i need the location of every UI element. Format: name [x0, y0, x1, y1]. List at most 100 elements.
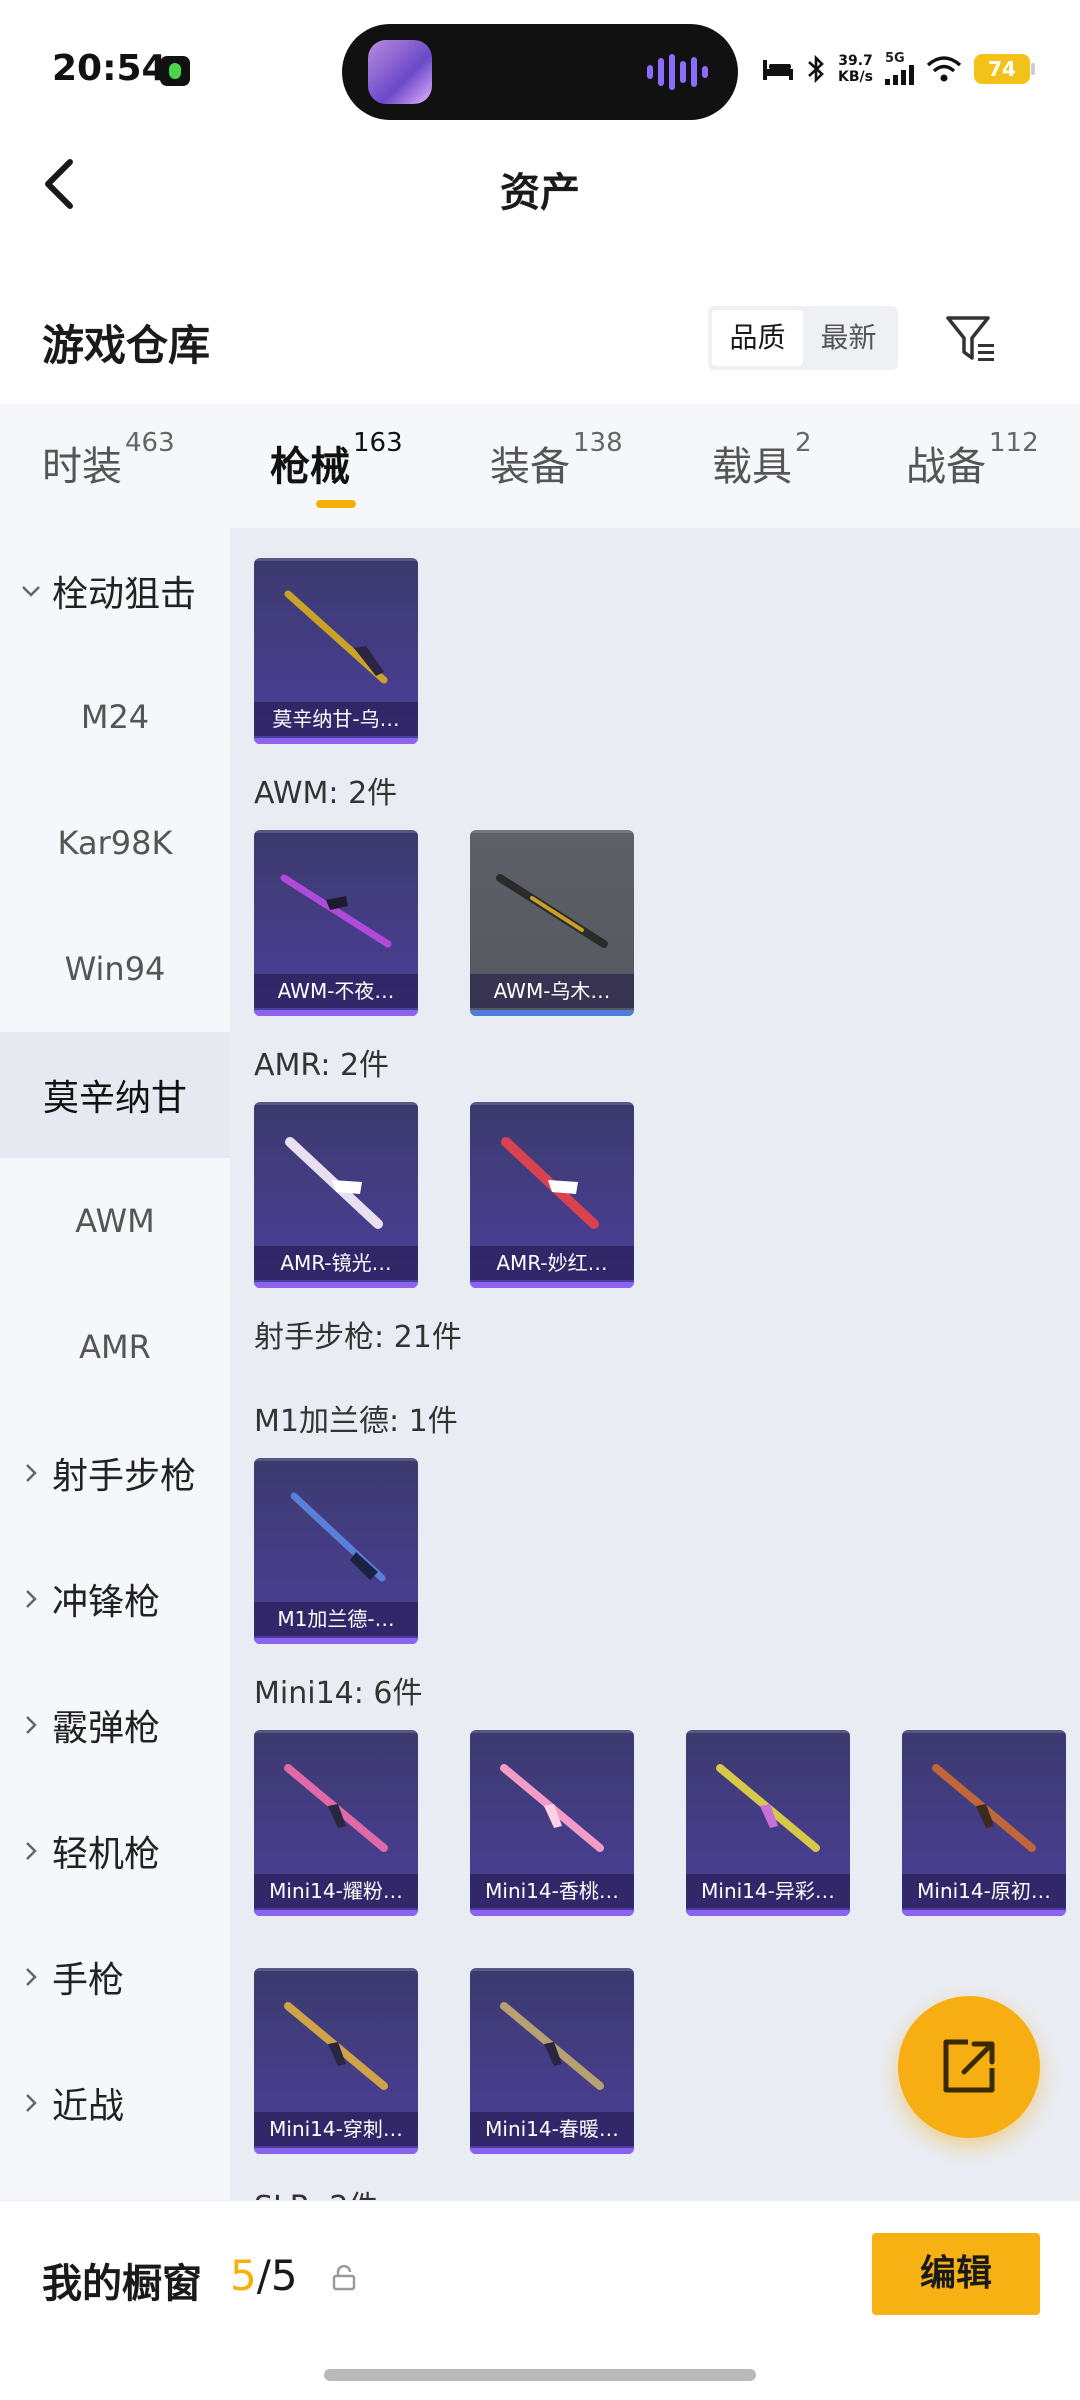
- battery-indicator: 74: [974, 53, 1035, 84]
- tab-fashion[interactable]: 时装463: [42, 428, 175, 492]
- weapon-grid: 莫辛纳甘-乌… AWM: 2件 AWM-不夜… AWM-乌木… AMR: 2件 …: [230, 528, 1080, 2200]
- rarity-bar: [254, 1910, 418, 1916]
- group-label-amr: AMR: 2件: [254, 1048, 390, 1083]
- warehouse-title: 游戏仓库: [42, 321, 211, 370]
- rarity-bar: [254, 1282, 418, 1288]
- weapon-category-sidebar: 栓动狙击 M24 Kar98K Win94 莫辛纳甘 AWM AMR 射手步枪 …: [0, 528, 230, 2200]
- sidebar-item-awm[interactable]: AWM: [0, 1158, 230, 1284]
- weapon-name: AWM-不夜…: [254, 974, 418, 1008]
- sidebar-group-pistol[interactable]: 手枪: [0, 1914, 230, 2040]
- rarity-bar: [254, 1638, 418, 1644]
- wifi-icon: [926, 55, 962, 81]
- dynamic-island[interactable]: [342, 24, 738, 120]
- weapon-name: M1加兰德-…: [254, 1602, 418, 1636]
- category-tabs: 时装463 枪械163 装备138 载具2 战备112: [0, 404, 1080, 528]
- bed-icon: [763, 59, 794, 80]
- sidebar-group-dmr[interactable]: 射手步枪: [0, 1410, 230, 1536]
- sidebar-item-win94[interactable]: Win94: [0, 906, 230, 1032]
- sidebar-group-bolt-action[interactable]: 栓动狙击: [0, 528, 230, 654]
- weapon-card[interactable]: AMR-妙红…: [470, 1102, 634, 1288]
- weapon-name: Mini14-春暖…: [470, 2112, 634, 2146]
- sidebar-item-kar98k[interactable]: Kar98K: [0, 780, 230, 906]
- rifle-image: [280, 874, 392, 948]
- audio-wave-icon: [647, 54, 708, 90]
- weapon-name: Mini14-耀粉…: [254, 1874, 418, 1908]
- sidebar-item-mosin[interactable]: 莫辛纳甘: [0, 1032, 230, 1158]
- share-external-icon: [943, 2039, 995, 2093]
- sidebar-item-m24[interactable]: M24: [0, 654, 230, 780]
- weapon-name: Mini14-原初…: [902, 1874, 1066, 1908]
- sidebar-group-lmg[interactable]: 轻机枪: [0, 1788, 230, 1914]
- island-avatar: [368, 40, 432, 104]
- rifle-image: [932, 1764, 1036, 1852]
- sort-quality-button[interactable]: 品质: [712, 310, 803, 366]
- sidebar-item-amr[interactable]: AMR: [0, 1284, 230, 1410]
- rarity-bar: [470, 2148, 634, 2154]
- chevron-right-icon: [26, 1842, 37, 1860]
- weapon-card[interactable]: Mini14-原初…: [902, 1730, 1066, 1916]
- weapon-name: AMR-妙红…: [470, 1246, 634, 1280]
- tab-firearms[interactable]: 枪械163: [270, 428, 403, 492]
- status-icons: 39.7 KB/s 5G 74: [762, 52, 1035, 85]
- lock-icon: [332, 2265, 356, 2291]
- weapon-card[interactable]: AWM-不夜…: [254, 830, 418, 1016]
- home-indicator[interactable]: [324, 2369, 756, 2381]
- tab-supplies[interactable]: 战备112: [906, 428, 1039, 492]
- app-notification-icon: [160, 56, 190, 86]
- group-label-m1-garand: M1加兰德: 1件: [254, 1404, 458, 1439]
- share-floating-button[interactable]: [898, 1996, 1040, 2138]
- weapon-card[interactable]: AWM-乌木…: [470, 830, 634, 1016]
- sort-latest-button[interactable]: 最新: [803, 310, 894, 366]
- edit-button[interactable]: 编辑: [872, 2233, 1040, 2315]
- rarity-bar: [470, 1910, 634, 1916]
- group-label-slr: SLR: 2件: [254, 2182, 378, 2200]
- rarity-bar: [254, 738, 418, 744]
- rifle-image: [284, 1764, 388, 1852]
- tab-equipment[interactable]: 装备138: [490, 428, 623, 492]
- filter-icon[interactable]: [944, 312, 1000, 364]
- rifle-image: [496, 874, 608, 948]
- chevron-right-icon: [26, 1968, 37, 1986]
- weapon-name: 莫辛纳甘-乌…: [254, 702, 418, 736]
- chevron-right-icon: [26, 1590, 37, 1608]
- rarity-bar: [470, 1010, 634, 1016]
- group-label-mini14: Mini14: 6件: [254, 1676, 423, 1711]
- weapon-card[interactable]: Mini14-异彩…: [686, 1730, 850, 1916]
- weapon-card[interactable]: Mini14-耀粉…: [254, 1730, 418, 1916]
- weapon-card[interactable]: Mini14-穿刺…: [254, 1968, 418, 2154]
- showcase-label: 我的橱窗: [42, 2261, 202, 2307]
- weapon-card[interactable]: Mini14-香桃…: [470, 1730, 634, 1916]
- weapon-card[interactable]: Mini14-春暖…: [470, 1968, 634, 2154]
- rarity-bar: [902, 1910, 1066, 1916]
- rifle-image: [716, 1764, 820, 1852]
- rifle-image: [284, 2002, 388, 2090]
- status-time: 20:54: [52, 48, 167, 89]
- weapon-name: AWM-乌木…: [470, 974, 634, 1008]
- weapon-name: Mini14-穿刺…: [254, 2112, 418, 2146]
- rifle-image: [501, 1137, 599, 1229]
- sidebar-group-smg[interactable]: 冲锋枪: [0, 1536, 230, 1662]
- rifle-image: [285, 1137, 383, 1229]
- chevron-down-icon: [22, 586, 40, 597]
- cellular-signal: 5G: [885, 52, 914, 85]
- bluetooth-icon: [808, 54, 824, 83]
- rifle-image: [500, 2002, 604, 2090]
- rarity-bar: [254, 2148, 418, 2154]
- sidebar-group-melee[interactable]: 近战: [0, 2040, 230, 2166]
- sidebar-group-shotgun[interactable]: 霰弹枪: [0, 1662, 230, 1788]
- status-bar: 20:54 39.7 KB/s 5G 74: [0, 0, 1080, 140]
- chevron-right-icon: [26, 2094, 37, 2112]
- rifle-image: [290, 1492, 386, 1582]
- weapon-name: AMR-镜光…: [254, 1246, 418, 1280]
- rarity-bar: [470, 1282, 634, 1288]
- weapon-card[interactable]: AMR-镜光…: [254, 1102, 418, 1288]
- rifle-image: [284, 590, 388, 684]
- showcase-count: 5/5: [230, 2251, 298, 2300]
- weapon-card[interactable]: 莫辛纳甘-乌…: [254, 558, 418, 744]
- chevron-right-icon: [26, 1716, 37, 1734]
- rarity-bar: [254, 1010, 418, 1016]
- tab-vehicles[interactable]: 载具2: [712, 428, 812, 492]
- rifle-image: [500, 1764, 604, 1852]
- sort-toggle: 品质 最新: [708, 306, 898, 370]
- weapon-card[interactable]: M1加兰德-…: [254, 1458, 418, 1644]
